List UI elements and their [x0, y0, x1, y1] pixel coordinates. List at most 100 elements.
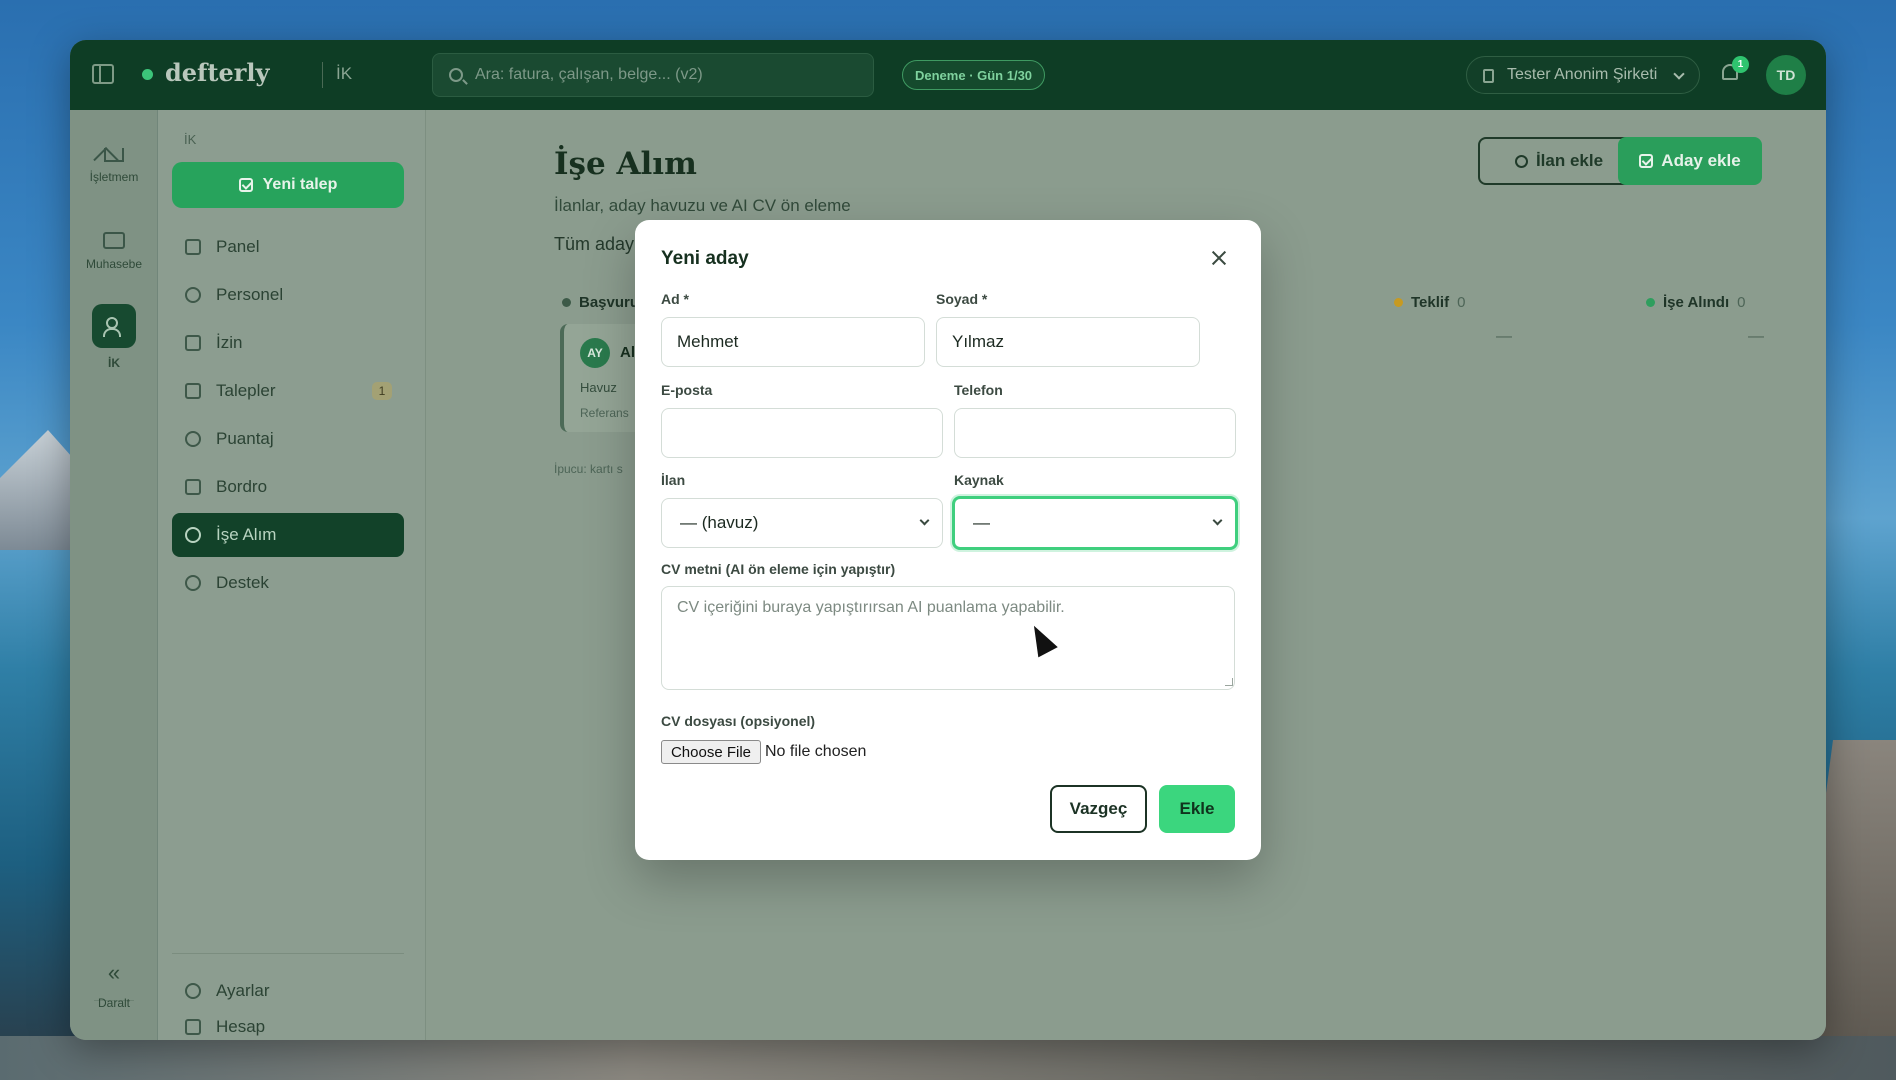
sidebar-toggle-icon[interactable] — [92, 64, 114, 84]
folder-icon — [103, 232, 125, 249]
sidebar-item-label: İşe Alım — [216, 525, 277, 544]
brand-module: İK — [278, 64, 352, 84]
chevron-down-icon — [919, 515, 930, 526]
sidebar-divider — [172, 953, 404, 954]
global-search-input[interactable]: Ara: fatura, çalışan, belge... (v2) — [432, 53, 874, 97]
last-name-label: Soyad * — [936, 291, 988, 307]
sidebar-item-destek[interactable]: Destek — [172, 561, 404, 605]
collapse-button[interactable]: « Daralt — [70, 960, 158, 1010]
add-listing-button[interactable]: İlan ekle — [1478, 137, 1640, 185]
chevrons-left-icon: « — [107, 960, 121, 985]
add-listing-label: İlan ekle — [1535, 151, 1604, 170]
background-shore — [0, 1036, 1896, 1080]
phone-field[interactable] — [954, 408, 1236, 458]
brand-name: defterly — [165, 58, 270, 87]
rail-item-label: Muhasebe — [85, 257, 143, 271]
zoom-plus-icon — [1514, 154, 1528, 168]
email-field[interactable] — [661, 408, 943, 458]
rail-item-label: İşletmem — [89, 170, 139, 184]
status-dot — [1646, 298, 1655, 307]
submit-button[interactable]: Ekle — [1159, 785, 1235, 833]
check-square-icon — [185, 383, 201, 399]
source-selected-value: — — [973, 513, 990, 532]
sidebar-item-panel[interactable]: Panel — [172, 225, 404, 269]
first-name-field[interactable] — [661, 317, 925, 367]
search-icon — [449, 68, 463, 82]
sidebar-item-puantaj[interactable]: Puantaj — [172, 417, 404, 461]
first-name-label: Ad * — [661, 291, 689, 307]
count-badge: 1 — [372, 382, 392, 400]
last-name-field[interactable] — [936, 317, 1200, 367]
sidebar-section-title: İK — [184, 132, 197, 147]
rail-item-muhasebe[interactable]: Muhasebe — [70, 228, 158, 271]
source-select[interactable]: — — [952, 496, 1238, 550]
add-candidate-button[interactable]: Aday ekle — [1618, 137, 1762, 185]
candidate-name: Al — [620, 344, 635, 361]
resize-handle-icon[interactable] — [1225, 678, 1233, 686]
user-avatar[interactable]: TD — [1766, 55, 1806, 95]
listing-selected-value: — (havuz) — [680, 513, 759, 532]
close-icon[interactable] — [1211, 250, 1227, 266]
sidebar-item-label: Personel — [216, 285, 284, 304]
cv-text-area[interactable] — [661, 586, 1235, 690]
page-subtitle: İlanlar, aday havuzu ve AI CV ön eleme — [554, 196, 851, 215]
listing-select[interactable]: — (havuz) — [661, 498, 943, 548]
cancel-button[interactable]: Vazgeç — [1050, 785, 1147, 833]
sidebar: İK Yeni talep Panel Personel İzin Talepl… — [158, 110, 426, 1040]
clock-icon — [185, 431, 201, 447]
sidebar-item-hesap[interactable]: Hesap — [172, 1017, 404, 1037]
collapse-label: Daralt — [97, 996, 130, 1010]
company-name: Tester Anonim Şirketi — [1507, 66, 1658, 83]
sidebar-item-personel[interactable]: Personel — [172, 273, 404, 317]
sidebar-item-label: Destek — [216, 573, 269, 592]
tab-all-candidates[interactable]: Tüm aday — [554, 234, 634, 255]
top-bar: defterly İK Ara: fatura, çalışan, belge.… — [70, 40, 1826, 110]
column-teklif: Teklif 0 — [1394, 294, 1465, 311]
chevron-down-icon — [1673, 68, 1685, 80]
sidebar-item-ayarlar[interactable]: Ayarlar — [172, 969, 404, 1013]
sidebar-item-talepler[interactable]: Talepler 1 — [172, 369, 404, 413]
company-selector[interactable]: Tester Anonim Şirketi — [1466, 56, 1700, 94]
calendar-icon — [185, 335, 201, 351]
sidebar-item-bordro[interactable]: Bordro — [172, 465, 404, 509]
new-request-button[interactable]: Yeni talep — [172, 162, 404, 208]
people-icon — [103, 317, 125, 337]
rail-item-isletmem[interactable]: İşletmem — [70, 140, 158, 184]
column-empty: — — [1748, 328, 1764, 345]
sidebar-item-label: Ayarlar — [216, 981, 270, 1000]
sidebar-item-label: Bordro — [216, 477, 268, 496]
chevron-down-icon — [1212, 515, 1223, 526]
listing-label: İlan — [661, 472, 686, 488]
cv-file-label: CV dosyası (opsiyonel) — [661, 713, 816, 729]
chat-icon — [185, 575, 201, 591]
new-request-label: Yeni talep — [262, 176, 338, 193]
building-icon — [185, 1019, 201, 1035]
column-label: İşe Alındı — [1663, 294, 1730, 311]
check-square-icon — [238, 178, 253, 192]
sidebar-item-ise-alim[interactable]: İşe Alım — [172, 513, 404, 557]
search-placeholder: Ara: fatura, çalışan, belge... (v2) — [475, 66, 703, 83]
tip-text: İpucu: kartı s — [554, 462, 623, 476]
column-label: Teklif — [1411, 294, 1450, 311]
home-icon — [104, 148, 124, 162]
notification-badge: 1 — [1732, 56, 1749, 73]
choose-file-button[interactable]: Choose File — [661, 740, 761, 764]
phone-label: Telefon — [954, 382, 1003, 398]
status-dot — [1394, 298, 1403, 307]
sidebar-item-label: Panel — [216, 237, 260, 256]
column-count: 0 — [1737, 294, 1746, 311]
sidebar-item-izin[interactable]: İzin — [172, 321, 404, 365]
candidate-source: Referans — [580, 406, 629, 420]
sidebar-item-label: Talepler — [216, 381, 276, 400]
email-label: E-posta — [661, 382, 713, 398]
rail-item-label: İK — [108, 356, 120, 370]
gear-icon — [185, 983, 201, 999]
column-basvuru: Başvuru — [562, 294, 639, 311]
column-label: Başvuru — [579, 294, 640, 311]
rail-active-indicator — [92, 304, 136, 348]
rail-item-ik[interactable]: İK — [70, 304, 158, 370]
dialog-title: Yeni aday — [661, 248, 749, 269]
column-ise-alindi: İşe Alındı 0 — [1646, 294, 1745, 311]
avatar: AY — [580, 338, 610, 368]
source-label: Kaynak — [954, 472, 1004, 488]
